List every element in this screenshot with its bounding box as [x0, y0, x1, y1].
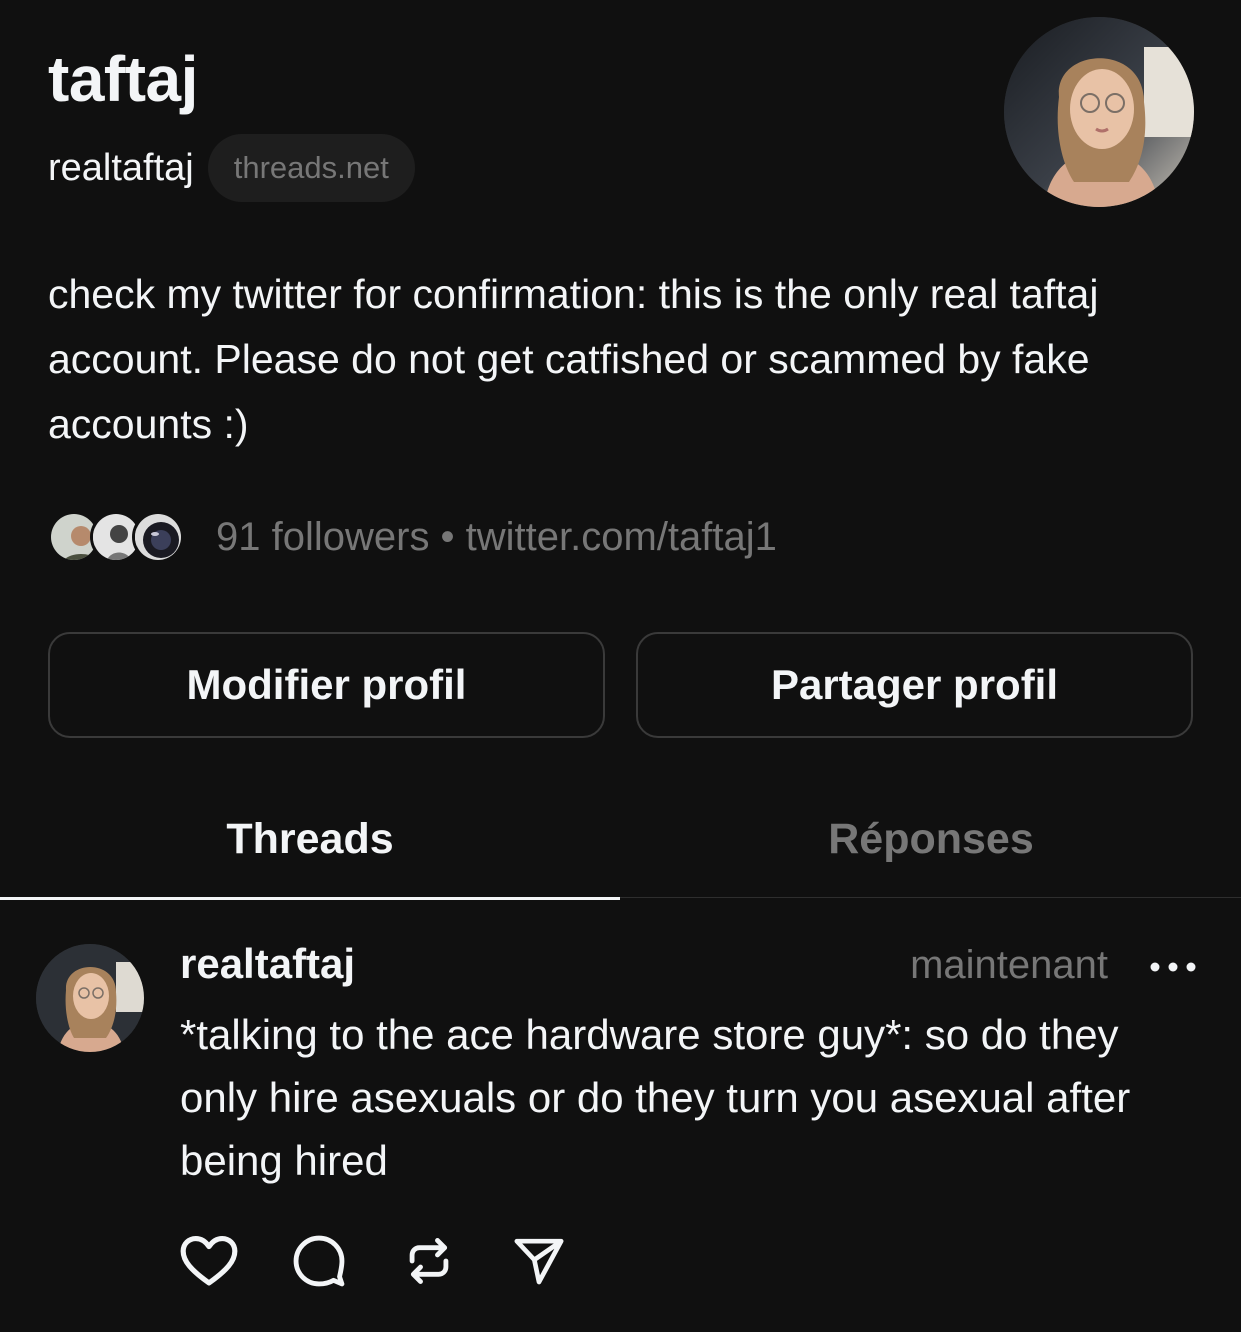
- post-timestamp: maintenant: [910, 943, 1108, 987]
- profile-handle: realtaftaj: [48, 146, 194, 189]
- post-actions: [178, 1230, 570, 1292]
- edit-profile-button[interactable]: Modifier profil: [48, 632, 605, 738]
- like-button[interactable]: [178, 1230, 240, 1292]
- profile-tabs: Threads Réponses: [0, 780, 1241, 900]
- handle-row: realtaftaj threads.net: [48, 134, 415, 202]
- profile-bio: check my twitter for confirmation: this …: [48, 271, 1099, 447]
- repost-button[interactable]: [398, 1230, 460, 1292]
- followers-row[interactable]: 91 followers • twitter.com/taftaj1: [48, 507, 777, 567]
- profile-avatar[interactable]: [1004, 17, 1194, 207]
- profile-name: taftaj: [48, 43, 198, 115]
- follower-avatars: [48, 509, 188, 565]
- followers-link-text[interactable]: 91 followers • twitter.com/taftaj1: [216, 515, 777, 560]
- post-avatar-photo-icon: [36, 944, 144, 1052]
- reply-button[interactable]: [288, 1230, 350, 1292]
- more-options-icon[interactable]: [1150, 962, 1196, 972]
- share-profile-button[interactable]: Partager profil: [636, 632, 1193, 738]
- follower-avatar-3: [132, 511, 184, 563]
- profile-page: taftaj realtaftaj threads.net check my t…: [0, 0, 1241, 1332]
- send-icon: [514, 1238, 564, 1285]
- tab-threads[interactable]: Threads: [0, 780, 620, 900]
- profile-photo-icon: [1004, 17, 1194, 207]
- post-avatar[interactable]: [36, 944, 144, 1052]
- tab-replies[interactable]: Réponses: [621, 780, 1241, 898]
- heart-icon: [180, 1235, 238, 1286]
- comment-icon: [293, 1235, 345, 1287]
- share-button[interactable]: [508, 1230, 570, 1292]
- post-username[interactable]: realtaftaj: [180, 940, 355, 988]
- repost-icon: [409, 1238, 449, 1284]
- follower-photo-3-icon: [135, 514, 181, 560]
- post-text: *talking to the ace hardware store guy*:…: [180, 1011, 1131, 1184]
- domain-chip[interactable]: threads.net: [207, 134, 415, 202]
